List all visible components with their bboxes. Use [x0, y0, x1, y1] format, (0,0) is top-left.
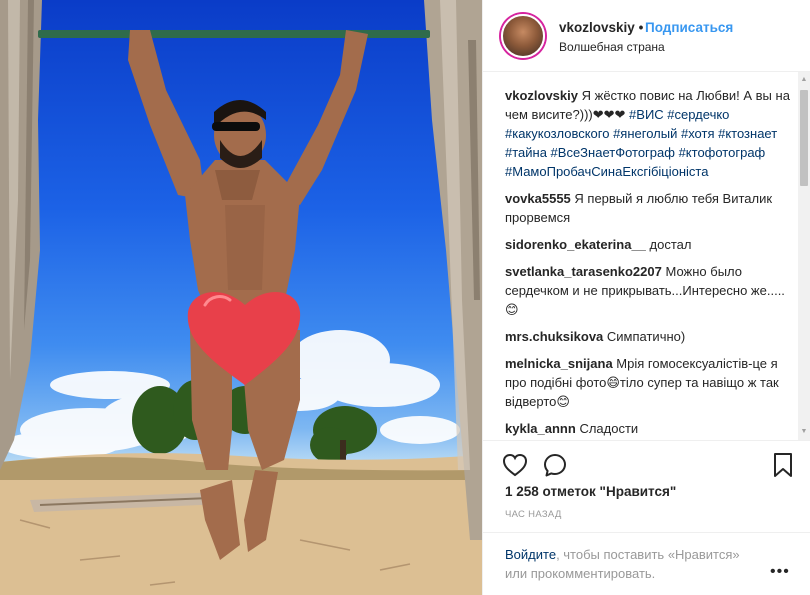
comment-username[interactable]: vovka5555: [505, 191, 571, 206]
login-prompt-text: Войдите, чтобы поставить «Нравится» или …: [505, 545, 765, 583]
header-username[interactable]: vkozlovskiy •: [559, 20, 643, 35]
action-bar: [483, 440, 810, 488]
scroll-up-arrow-icon[interactable]: ▲: [798, 74, 810, 86]
comment-text: достал: [649, 237, 692, 252]
post-header: vkozlovskiy • Подписаться Волшебная стра…: [483, 0, 810, 72]
login-prompt: Войдите, чтобы поставить «Нравится» или …: [483, 532, 810, 595]
comment-username[interactable]: kykla_annn: [505, 421, 576, 436]
post-timestamp[interactable]: ЧАС НАЗАД: [505, 509, 562, 520]
avatar[interactable]: [501, 14, 545, 58]
scrollbar-thumb[interactable]: [800, 90, 808, 186]
comment-item: melnicka_snijana Мрія гомосексуалістів-ц…: [505, 354, 793, 411]
comment-item: kykla_annn Сладости: [505, 419, 793, 438]
login-link[interactable]: Войдите: [505, 547, 556, 562]
caption: vkozlovskiy Я жёстко повис на Любви! А в…: [505, 86, 793, 181]
heart-outline-icon[interactable]: [501, 451, 529, 479]
bookmark-icon[interactable]: [769, 451, 797, 479]
post-side-panel: vkozlovskiy • Подписаться Волшебная стра…: [482, 0, 810, 595]
comment-item: svetlanka_tarasenko2207 Можно было серде…: [505, 262, 793, 319]
sunglasses: [212, 122, 260, 131]
follow-button[interactable]: Подписаться: [645, 20, 733, 35]
comment-item: mrs.chuksikova Симпатично): [505, 327, 793, 346]
speech-bubble-icon[interactable]: [541, 451, 569, 479]
comment-username[interactable]: mrs.chuksikova: [505, 329, 603, 344]
comment-item: vovka5555 Я первый я люблю тебя Виталик …: [505, 189, 793, 227]
comment-username[interactable]: melnicka_snijana: [505, 356, 613, 371]
photo-illustration: [0, 0, 482, 595]
left-post: [0, 0, 42, 470]
instagram-post: vkozlovskiy • Подписаться Волшебная стра…: [0, 0, 810, 595]
post-photo[interactable]: [0, 0, 482, 595]
comments-scrollbar[interactable]: ▲ ▼: [798, 72, 810, 440]
scroll-down-arrow-icon[interactable]: ▼: [798, 426, 810, 438]
comment-username[interactable]: sidorenko_ekaterina__: [505, 237, 646, 252]
comments-list: vkozlovskiy Я жёстко повис на Любви! А в…: [505, 86, 793, 438]
ellipsis-icon[interactable]: •••: [770, 563, 790, 581]
comment-text: Сладости: [579, 421, 639, 436]
comment-text: Симпатично): [606, 329, 686, 344]
comment-item: sidorenko_ekaterina__ достал: [505, 235, 793, 254]
caption-username[interactable]: vkozlovskiy: [505, 88, 578, 103]
comment-username[interactable]: svetlanka_tarasenko2207: [505, 264, 662, 279]
location-link[interactable]: Волшебная страна: [559, 40, 665, 54]
pullup-bar: [38, 30, 430, 38]
likes-count[interactable]: 1 258 отметок "Нравится": [505, 484, 676, 499]
